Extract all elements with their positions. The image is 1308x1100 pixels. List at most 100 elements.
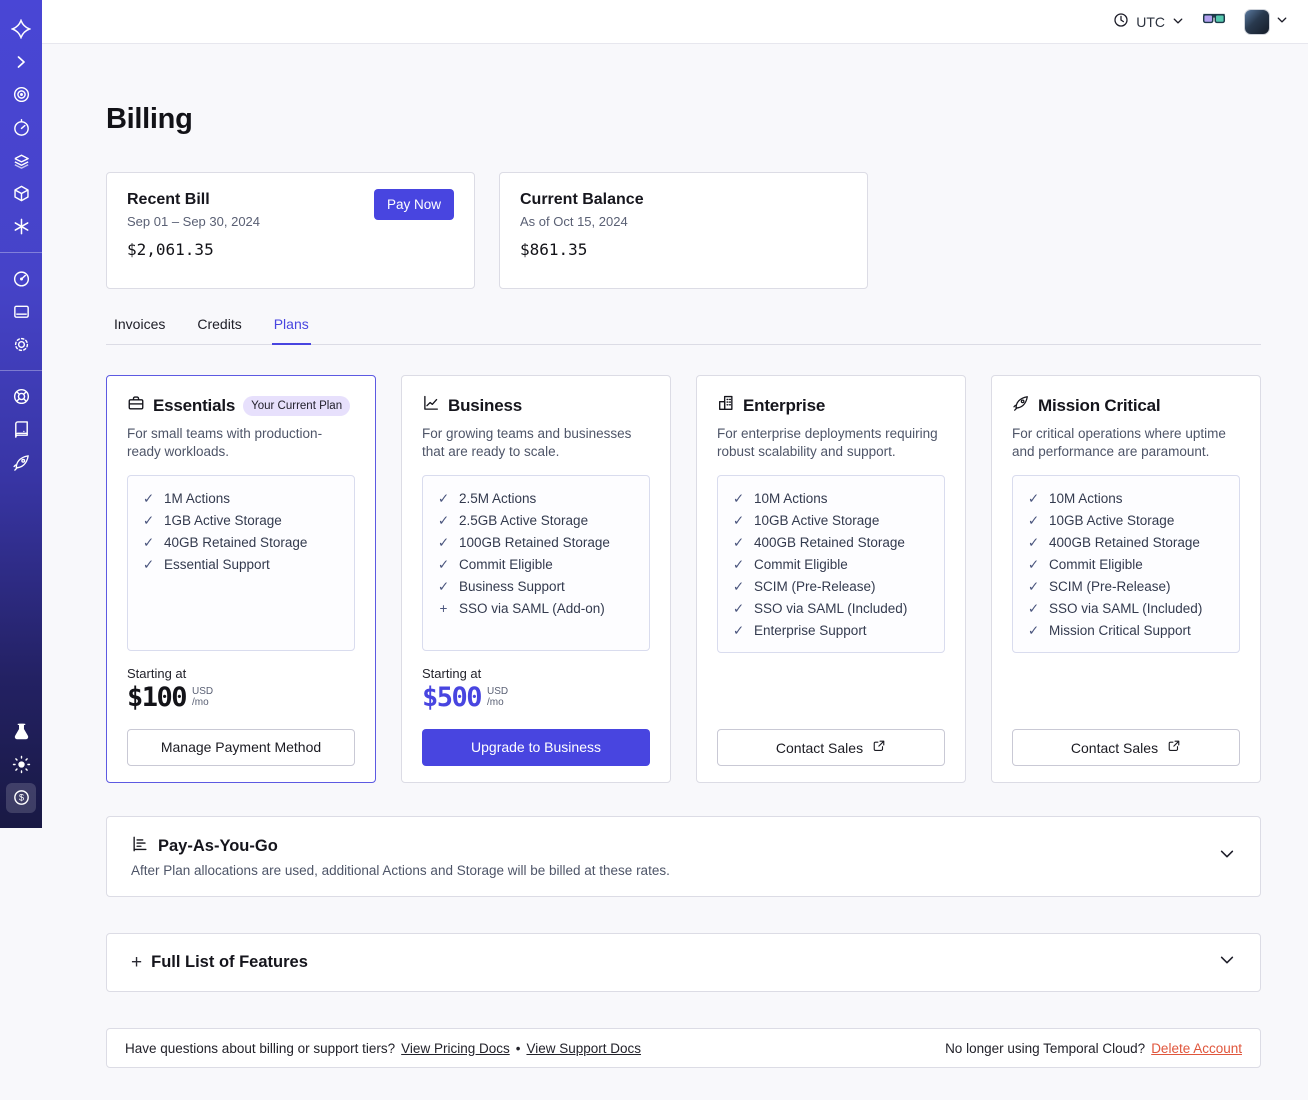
collapse-sidebar-icon[interactable]	[6, 47, 36, 77]
asterisk-icon[interactable]	[6, 212, 36, 242]
rocket-icon	[1012, 394, 1030, 417]
gear-icon[interactable]	[6, 330, 36, 360]
namespaces-icon[interactable]	[6, 80, 36, 110]
bar-chart-icon	[131, 835, 149, 858]
check-icon: ✓	[1027, 579, 1040, 594]
feature-item: + SSO via SAML (Add-on)	[437, 598, 635, 620]
feature-list: ✓ 2.5M Actions ✓ 2.5GB Active Storage ✓ 100…	[422, 475, 650, 651]
check-icon: ✓	[142, 535, 155, 550]
feature-item: ✓ 400GB Retained Storage	[1027, 532, 1225, 554]
full-list-expander[interactable]: + Full List of Features	[106, 933, 1261, 992]
feature-item: ✓ 10M Actions	[732, 488, 930, 510]
price-block: Starting at $500 USD /mo	[422, 666, 650, 729]
payg-title: Pay-As-You-Go	[158, 837, 278, 855]
timer-icon[interactable]	[6, 113, 36, 143]
check-icon: ✓	[1027, 513, 1040, 528]
current-balance-card: Current Balance As of Oct 15, 2024 $861.…	[499, 172, 868, 289]
tab-credits[interactable]: Credits	[195, 312, 243, 344]
external-link-icon	[872, 739, 886, 756]
summary-row: Recent Bill Sep 01 – Sep 30, 2024 $2,061…	[106, 172, 1261, 289]
book-icon[interactable]	[6, 415, 36, 445]
contact-sales-button[interactable]: Contact Sales	[717, 729, 945, 766]
price-label: Starting at	[127, 665, 187, 681]
tab-invoices[interactable]: Invoices	[112, 312, 167, 344]
current-balance-asof: As of Oct 15, 2024	[520, 214, 628, 229]
billing-tabs: Invoices Credits Plans	[106, 312, 1261, 345]
billing-page: Billing Recent Bill Sep 01 – Sep 30, 202…	[42, 44, 1308, 1100]
flask-icon[interactable]	[6, 717, 36, 747]
price-block: Starting at $100 USD /mo	[127, 666, 355, 729]
full-list-title: Full List of Features	[151, 953, 308, 971]
pay-now-button[interactable]: Pay Now	[373, 189, 454, 220]
plan-description: For growing teams and businesses that ar…	[422, 426, 632, 459]
check-icon: ✓	[1027, 491, 1040, 506]
chevron-down-icon	[1218, 845, 1236, 868]
current-plan-badge: Your Current Plan	[243, 395, 351, 416]
check-icon: ✓	[437, 491, 450, 506]
current-balance-title: Current Balance	[520, 191, 644, 208]
pricing-docs-link[interactable]: View Pricing Docs	[401, 1041, 510, 1056]
feature-item: ✓ Commit Eligible	[437, 554, 635, 576]
rocket-icon[interactable]	[6, 448, 36, 478]
support-docs-link[interactable]: View Support Docs	[526, 1041, 641, 1056]
check-icon: ✓	[732, 557, 745, 572]
check-icon: ✓	[437, 513, 450, 528]
tab-plans[interactable]: Plans	[271, 312, 311, 345]
manage-payment-button[interactable]: Manage Payment Method	[127, 728, 355, 766]
3d-glasses-icon[interactable]	[1202, 11, 1226, 32]
gauge-icon[interactable]	[6, 264, 36, 294]
plan-description: For small teams with production-ready wo…	[127, 426, 323, 459]
account-menu[interactable]	[1244, 8, 1288, 35]
feature-item: ✓ SCIM (Pre-Release)	[732, 576, 930, 598]
check-icon: ✓	[1027, 557, 1040, 572]
feature-item: ✓ Enterprise Support	[732, 620, 930, 642]
feature-list: ✓ 1M Actions ✓ 1GB Active Storage ✓ 40GB Re…	[127, 475, 355, 651]
sun-icon[interactable]	[6, 750, 36, 780]
plan-description: For critical operations where uptime and…	[1012, 426, 1226, 459]
upgrade-business-button[interactable]: Upgrade to Business	[422, 728, 650, 766]
price-amount: $500	[422, 681, 483, 713]
timezone-picker[interactable]: UTC	[1113, 12, 1184, 31]
check-icon: ✓	[142, 557, 155, 572]
plan-card-business: Business For growing teams and businesse…	[401, 375, 671, 783]
card-icon[interactable]	[6, 297, 36, 327]
feature-item: ✓ 400GB Retained Storage	[732, 532, 930, 554]
current-balance-amount: $861.35	[520, 240, 588, 259]
svg-text:$: $	[18, 793, 23, 803]
price-block-empty	[1012, 668, 1240, 729]
buildings-icon	[717, 394, 735, 417]
plus-icon: +	[131, 951, 143, 973]
chevron-down-icon	[1218, 951, 1236, 974]
plan-card-mission-critical: Mission Critical For critical operations…	[991, 375, 1261, 783]
feature-item: ✓ 10GB Active Storage	[1027, 510, 1225, 532]
check-icon: ✓	[732, 601, 745, 616]
check-icon: ✓	[1027, 623, 1040, 638]
feature-item: ✓ SCIM (Pre-Release)	[1027, 576, 1225, 598]
delete-account-link[interactable]: Delete Account	[1151, 1041, 1242, 1056]
temporal-logo-icon[interactable]	[6, 14, 36, 44]
line-chart-icon	[422, 394, 440, 417]
feature-item: ✓ 1GB Active Storage	[142, 510, 340, 532]
clock-icon	[1113, 12, 1129, 31]
chevron-down-icon	[1276, 13, 1288, 31]
pay-as-you-go-expander[interactable]: Pay-As-You-Go After Plan allocations are…	[106, 816, 1261, 897]
layers-icon[interactable]	[6, 146, 36, 176]
lifebuoy-icon[interactable]	[6, 382, 36, 412]
check-icon: ✓	[732, 491, 745, 506]
footer-right-question: No longer using Temporal Cloud?	[945, 1040, 1146, 1056]
footer-bar: Have questions about billing or support …	[106, 1028, 1261, 1068]
check-icon: ✓	[142, 513, 155, 528]
feature-item: ✓ Mission Critical Support	[1027, 620, 1225, 642]
plus-icon: +	[439, 601, 448, 616]
price-block-empty	[717, 668, 945, 729]
billing-icon[interactable]: $	[6, 782, 36, 813]
contact-sales-button[interactable]: Contact Sales	[1012, 729, 1240, 766]
price-unit: USD /mo	[192, 685, 214, 708]
topbar: UTC	[42, 0, 1308, 44]
feature-item: ✓ Essential Support	[142, 554, 340, 576]
cube-icon[interactable]	[6, 179, 36, 209]
price-label: Starting at	[422, 665, 482, 681]
plan-card-essentials: Essentials Your Current Plan For small t…	[106, 375, 376, 783]
plan-name: Mission Critical	[1038, 395, 1161, 415]
feature-item: ✓ Commit Eligible	[732, 554, 930, 576]
